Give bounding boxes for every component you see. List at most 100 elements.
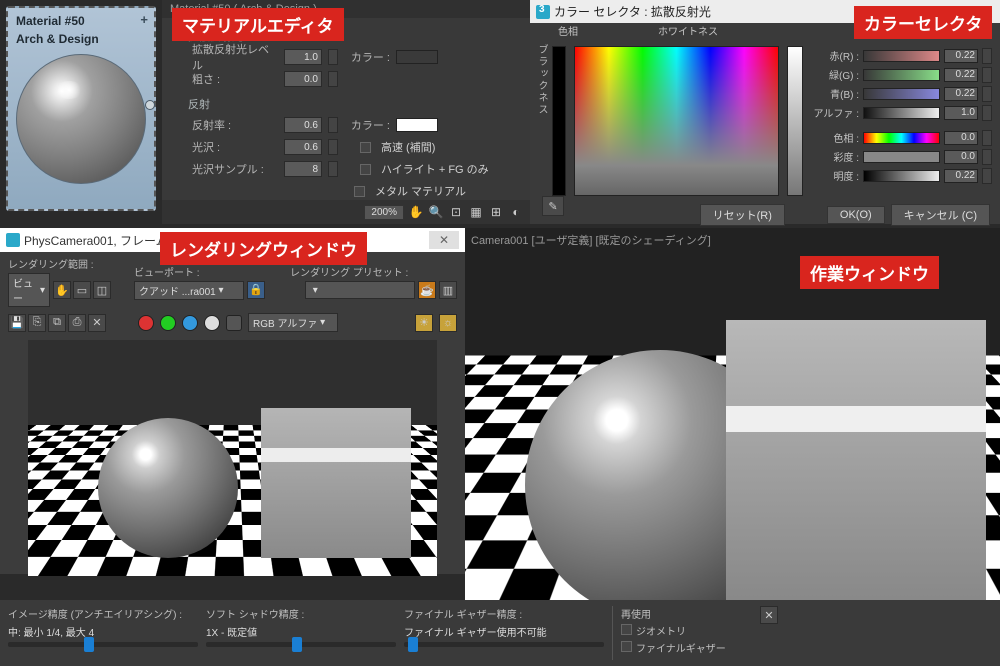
reflectivity-input[interactable]: 0.6 — [284, 117, 322, 133]
crop-icon[interactable]: ◫ — [93, 281, 111, 299]
fg-slider[interactable] — [404, 642, 604, 647]
lock-icon[interactable]: 🔒 — [247, 281, 265, 299]
render-button[interactable]: ☕ — [418, 281, 436, 299]
spinner-icon[interactable] — [982, 168, 992, 184]
red-value[interactable]: 0.22 — [944, 49, 978, 63]
blue-channel-toggle[interactable] — [182, 315, 198, 331]
hue-heading: 色相 — [558, 23, 578, 38]
spinner-icon[interactable] — [982, 130, 992, 146]
blue-slider[interactable] — [863, 88, 940, 100]
diffuse-color-label: カラー : — [344, 49, 390, 65]
preset-dropdown[interactable]: ▾ — [305, 281, 415, 299]
rendered-cube — [261, 408, 411, 558]
preset-label: レンダリング プリセット : — [290, 264, 457, 279]
reuse-close-icon[interactable]: ✕ — [760, 606, 778, 624]
val-slider[interactable] — [863, 170, 940, 182]
label-color-selector: カラーセレクタ — [854, 6, 992, 39]
compare-a-icon[interactable]: ☀ — [415, 314, 433, 332]
spinner-icon[interactable] — [982, 149, 992, 165]
zoom-icon[interactable]: 🔍 — [428, 204, 444, 220]
aa-label: イメージ精度 (アンチエイリアシング) : — [8, 606, 198, 621]
aa-slider[interactable] — [8, 642, 198, 647]
refl-color-swatch[interactable] — [396, 118, 438, 132]
hue-label: 色相 : — [811, 130, 859, 145]
alpha-channel-toggle[interactable] — [204, 315, 220, 331]
green-channel-toggle[interactable] — [160, 315, 176, 331]
rendered-sphere — [98, 418, 238, 558]
red-label: 赤(R) : — [811, 48, 859, 63]
range-dropdown[interactable]: ビュー ▾ — [8, 273, 50, 307]
slot-output-knob[interactable] — [145, 100, 155, 110]
add-material-icon[interactable]: + — [140, 12, 148, 27]
hue-slider[interactable] — [863, 132, 940, 144]
save-icon[interactable]: 💾 — [8, 314, 26, 332]
reset-button[interactable]: リセット(R) — [700, 204, 785, 226]
render-output-canvas[interactable] — [28, 340, 437, 576]
alpha-value[interactable]: 1.0 — [944, 106, 978, 120]
copy-icon[interactable]: ⎘ — [28, 314, 46, 332]
clear-icon[interactable]: ✕ — [88, 314, 106, 332]
aa-value: 中: 最小 1/4, 最大 4 — [8, 624, 198, 639]
spinner-icon[interactable] — [328, 71, 338, 87]
roughness-input[interactable]: 0.0 — [284, 71, 322, 87]
teapot-icon[interactable]: ◐ — [508, 204, 524, 220]
clone-icon[interactable]: ⧉ — [48, 314, 66, 332]
blackness-slider[interactable] — [552, 46, 566, 196]
gloss-label: 光沢 : — [188, 139, 278, 155]
nav-icon[interactable]: ⊞ — [488, 204, 504, 220]
green-slider[interactable] — [863, 69, 940, 81]
shadow-slider[interactable] — [206, 642, 396, 647]
val-label: 明度 : — [811, 168, 859, 183]
metal-checkbox[interactable] — [354, 186, 365, 197]
spinner-icon[interactable] — [982, 86, 992, 102]
region-icon[interactable]: ▭ — [73, 281, 91, 299]
render-settings-icon[interactable]: ▥ — [439, 281, 457, 299]
hue-field[interactable] — [574, 46, 779, 196]
viewport-label: ビューポート : — [134, 264, 284, 279]
gloss-input[interactable]: 0.6 — [284, 139, 322, 155]
mono-toggle[interactable] — [226, 315, 242, 331]
close-button[interactable]: ✕ — [429, 231, 459, 249]
viewport-cube[interactable] — [726, 320, 986, 600]
spinner-icon[interactable] — [328, 117, 338, 133]
diffuse-level-label: 拡散反射光レベル — [188, 41, 278, 73]
sat-value[interactable]: 0.0 — [944, 150, 978, 164]
material-preview-sphere — [16, 54, 146, 184]
spinner-icon[interactable] — [982, 105, 992, 121]
channel-dropdown[interactable]: RGB アルファ ▾ — [248, 313, 338, 332]
alpha-slider[interactable] — [863, 107, 940, 119]
extents-icon[interactable]: ⊡ — [448, 204, 464, 220]
zoom-level[interactable]: 200% — [364, 205, 404, 220]
hue-value[interactable]: 0.0 — [944, 131, 978, 145]
sat-slider[interactable] — [863, 151, 940, 163]
green-value[interactable]: 0.22 — [944, 68, 978, 82]
spinner-icon[interactable] — [328, 139, 338, 155]
highlight-checkbox[interactable] — [360, 164, 371, 175]
cancel-button[interactable]: キャンセル (C) — [891, 204, 990, 226]
reuse-fg-checkbox[interactable] — [621, 641, 632, 652]
fast-label: 高速 (補間) — [381, 139, 435, 155]
red-slider[interactable] — [863, 50, 940, 62]
print-icon[interactable]: ⎙ — [68, 314, 86, 332]
red-channel-toggle[interactable] — [138, 315, 154, 331]
blue-value[interactable]: 0.22 — [944, 87, 978, 101]
viewport-dropdown[interactable]: クアッド ...ra001 ▾ — [134, 281, 244, 300]
spinner-icon[interactable] — [328, 161, 338, 177]
compare-b-icon[interactable]: ☼ — [439, 314, 457, 332]
reuse-geo-checkbox[interactable] — [621, 624, 632, 635]
whiteness-slider[interactable] — [787, 46, 803, 196]
spinner-icon[interactable] — [982, 48, 992, 64]
pan-icon[interactable]: ✋ — [408, 204, 424, 220]
spinner-icon[interactable] — [328, 49, 338, 65]
fast-checkbox[interactable] — [360, 142, 371, 153]
pan-icon[interactable]: ✋ — [53, 281, 71, 299]
material-slot[interactable]: + Material #50 Arch & Design — [6, 6, 156, 211]
ok-button[interactable]: OK(O) — [827, 206, 885, 224]
layout-icon[interactable]: ▦ — [468, 204, 484, 220]
gloss-samples-input[interactable]: 8 — [284, 161, 322, 177]
diffuse-level-input[interactable]: 1.0 — [284, 49, 322, 65]
spinner-icon[interactable] — [982, 67, 992, 83]
eyedropper-button[interactable]: ✎ — [542, 196, 564, 216]
val-value[interactable]: 0.22 — [944, 169, 978, 183]
diffuse-color-swatch[interactable] — [396, 50, 438, 64]
